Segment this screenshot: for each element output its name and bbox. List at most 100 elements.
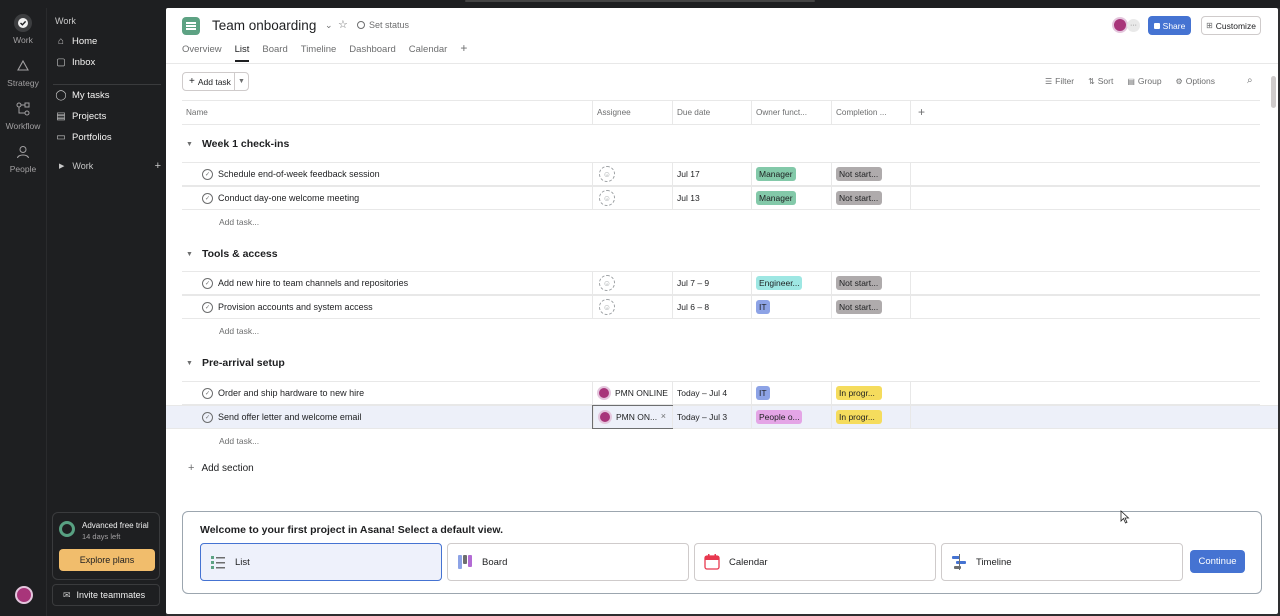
assignee-cell[interactable]: ☺: [592, 296, 672, 318]
owner-cell[interactable]: Manager: [751, 187, 831, 209]
add-icon[interactable]: +: [155, 160, 161, 172]
sidebar-work-group[interactable]: ▶ Work +: [55, 158, 161, 174]
rail-item-people[interactable]: People: [0, 143, 46, 174]
add-task-inline[interactable]: Add task...: [219, 217, 259, 227]
complete-check-icon[interactable]: ✓: [202, 193, 213, 204]
completion-cell[interactable]: Not start...: [831, 272, 910, 294]
column-owner-function[interactable]: Owner funct...: [751, 101, 831, 124]
chevron-down-icon[interactable]: ▼: [186, 251, 193, 258]
chevron-down-icon[interactable]: ▼: [186, 360, 193, 367]
complete-check-icon[interactable]: ✓: [202, 302, 213, 313]
complete-check-icon[interactable]: ✓: [202, 278, 213, 289]
add-task-button[interactable]: + Add task ▼: [182, 72, 249, 91]
table-row[interactable]: ✓ Order and ship hardware to new hire PM…: [182, 381, 1260, 405]
table-row[interactable]: ✓ Schedule end-of-week feedback session …: [182, 162, 1260, 186]
task-name[interactable]: Conduct day-one welcome meeting: [218, 193, 359, 203]
view-option-timeline[interactable]: Timeline: [941, 543, 1183, 581]
more-members-icon[interactable]: ···: [1127, 19, 1140, 32]
member-avatar[interactable]: [1112, 17, 1128, 33]
tab-list[interactable]: List: [234, 44, 249, 62]
sidebar-item-inbox[interactable]: ▢ Inbox: [47, 52, 161, 72]
project-list-icon[interactable]: [182, 17, 200, 35]
rail-item-work[interactable]: Work: [0, 14, 46, 45]
table-row[interactable]: ✓ Provision accounts and system access ☺…: [182, 295, 1260, 319]
scrollbar-thumb[interactable]: [1271, 76, 1276, 108]
task-name[interactable]: Add new hire to team channels and reposi…: [218, 278, 408, 288]
tab-timeline[interactable]: Timeline: [301, 44, 337, 62]
due-date-cell[interactable]: Today – Jul 3: [672, 406, 751, 428]
owner-cell[interactable]: Engineer...: [751, 272, 831, 294]
view-option-calendar[interactable]: Calendar: [694, 543, 936, 581]
completion-cell[interactable]: Not start...: [831, 163, 910, 185]
page-title[interactable]: Team onboarding: [212, 18, 316, 33]
complete-check-icon[interactable]: ✓: [202, 388, 213, 399]
column-due-date[interactable]: Due date: [672, 101, 751, 124]
owner-cell[interactable]: People o...: [751, 406, 831, 428]
owner-cell[interactable]: IT: [751, 382, 831, 404]
tab-board[interactable]: Board: [262, 44, 287, 62]
empty-assignee-icon[interactable]: ☺: [599, 166, 615, 182]
add-tab-icon[interactable]: +: [460, 41, 467, 59]
add-task-inline[interactable]: Add task...: [219, 436, 259, 446]
empty-assignee-icon[interactable]: ☺: [599, 190, 615, 206]
view-option-list[interactable]: List: [200, 543, 442, 581]
continue-button[interactable]: Continue: [1190, 550, 1245, 573]
add-section-button[interactable]: + Add section: [188, 462, 254, 474]
assignee-cell[interactable]: PMN ONLINE: [592, 382, 672, 404]
group-button[interactable]: ▤ Group: [1127, 76, 1161, 86]
chevron-down-icon[interactable]: ⌄: [325, 20, 333, 31]
chevron-down-icon[interactable]: ▼: [234, 73, 248, 90]
completion-cell[interactable]: Not start...: [831, 187, 910, 209]
sort-button[interactable]: ⇅ Sort: [1088, 76, 1113, 86]
owner-cell[interactable]: IT: [751, 296, 831, 318]
column-completion[interactable]: Completion ...: [831, 101, 910, 124]
completion-cell[interactable]: In progr...: [831, 382, 910, 404]
share-button[interactable]: Share: [1148, 16, 1191, 35]
complete-check-icon[interactable]: ✓: [202, 169, 213, 180]
due-date-cell[interactable]: Jul 6 – 8: [672, 296, 751, 318]
tab-dashboard[interactable]: Dashboard: [349, 44, 395, 62]
user-avatar[interactable]: [15, 586, 33, 604]
filter-button[interactable]: ☰ Filter: [1045, 76, 1074, 86]
table-row[interactable]: ✓ Conduct day-one welcome meeting ☺ Jul …: [182, 186, 1260, 210]
table-row[interactable]: ✓ Add new hire to team channels and repo…: [182, 271, 1260, 295]
column-assignee[interactable]: Assignee: [592, 101, 672, 124]
task-name[interactable]: Send offer letter and welcome email: [218, 412, 361, 422]
set-status-button[interactable]: Set status: [357, 20, 409, 30]
empty-assignee-icon[interactable]: ☺: [599, 275, 615, 291]
completion-cell[interactable]: Not start...: [831, 296, 910, 318]
chevron-down-icon[interactable]: ▼: [186, 141, 193, 148]
rail-item-workflow[interactable]: Workflow: [0, 100, 46, 131]
clear-assignee-icon[interactable]: ×: [661, 411, 666, 421]
table-row-selected[interactable]: ✓ Send offer letter and welcome email PM…: [166, 405, 1278, 429]
customize-button[interactable]: ⊞ Customize: [1201, 16, 1261, 35]
complete-check-icon[interactable]: ✓: [202, 412, 213, 423]
add-column-icon[interactable]: +: [918, 105, 925, 119]
assignee-cell[interactable]: ☺: [592, 163, 672, 185]
column-name[interactable]: Name: [182, 101, 592, 124]
rail-item-strategy[interactable]: Strategy: [0, 57, 46, 88]
explore-plans-button[interactable]: Explore plans: [59, 549, 155, 571]
task-name[interactable]: Order and ship hardware to new hire: [218, 388, 364, 398]
sidebar-item-home[interactable]: ⌂ Home: [47, 31, 161, 51]
section-header[interactable]: ▼ Week 1 check-ins: [186, 138, 289, 150]
completion-cell[interactable]: In progr...: [831, 406, 910, 428]
task-name[interactable]: Schedule end-of-week feedback session: [218, 169, 380, 179]
due-date-cell[interactable]: Jul 13: [672, 187, 751, 209]
sidebar-item-projects[interactable]: ▤ Projects: [47, 106, 161, 126]
add-task-inline[interactable]: Add task...: [219, 326, 259, 336]
view-option-board[interactable]: Board: [447, 543, 689, 581]
task-name[interactable]: Provision accounts and system access: [218, 302, 373, 312]
owner-cell[interactable]: Manager: [751, 163, 831, 185]
due-date-cell[interactable]: Jul 17: [672, 163, 751, 185]
search-icon[interactable]: ⌕: [1247, 75, 1253, 86]
tab-overview[interactable]: Overview: [182, 44, 222, 62]
star-icon[interactable]: ☆: [338, 18, 348, 31]
options-button[interactable]: ⚙ Options: [1176, 76, 1215, 86]
assignee-cell[interactable]: ☺: [592, 272, 672, 294]
due-date-cell[interactable]: Jul 7 – 9: [672, 272, 751, 294]
invite-teammates-button[interactable]: ✉ Invite teammates: [52, 584, 160, 606]
sidebar-item-portfolios[interactable]: ▭ Portfolios: [47, 127, 161, 147]
section-header[interactable]: ▼ Tools & access: [186, 248, 278, 260]
empty-assignee-icon[interactable]: ☺: [599, 299, 615, 315]
